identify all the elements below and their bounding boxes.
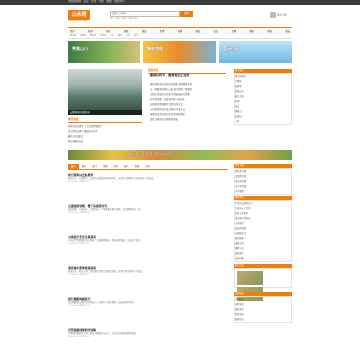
tab-latest[interactable]: 最新 [68,164,79,169]
subnav-item[interactable]: 摄影 [118,34,122,38]
photo-thumbs [234,268,292,301]
side-list: 黄山风景区 九寨沟 张家界 桂林山水 丽江古城 西湖 泰山 峨眉山 武夷山 三亚 [234,73,292,125]
site-logo[interactable]: 山水网 [68,10,90,20]
banner-ad-1[interactable]: 秀美山川 [68,41,140,63]
article-meta: 2016-04-10 阅读(189) [68,242,90,245]
side-panel-links: 友情链接 中国旅游 景区导航 酒店预订 机票查询 旅游论坛 [234,292,292,323]
side-list: 赏花季专题 古镇游专题 海岛游专题 亲子游专题 户外探险 [234,168,292,195]
tab-item[interactable]: 视频 [132,164,143,169]
article-meta: 2016-04-09 阅读(157) [68,273,90,276]
tab-item[interactable]: 热门 [89,164,100,169]
article-meta: 2016-04-08 阅读(142) [68,304,90,307]
news-headline[interactable]: 春游好时节 · 踏青赏花正当时 [150,73,189,78]
side-panel-attractions: 热门景点 黄山风景区 九寨沟 张家界 桂林山水 丽江古城 西湖 泰山 峨眉山 武… [234,69,292,125]
banner-ad-3[interactable]: 蓝天白云 [219,41,292,63]
article-meta: 2016-04-11 阅读(218) [68,211,90,214]
thumbnail-image[interactable] [237,271,263,285]
subnav-item[interactable]: 户外 [110,34,114,38]
subnav-item[interactable]: 国内游 [70,34,76,38]
user-icon [270,12,276,18]
banner-text: 秀美山川 [72,46,88,51]
list-item[interactable]: 高铁开通带动沿线旅游发展 [150,117,228,122]
article-item: 自驾游路线规划全攻略 合理规划路线与行程，提前了解路况与天气，让自驾之旅更加顺利… [68,328,228,338]
subnav-item[interactable]: 自驾游 [100,34,106,38]
banner-text: 精彩旅程 [147,46,163,51]
main-nav: 首页 新闻 景区 线路 酒店 美食 攻略 图库 论坛 专题 摄影 视频 商城 [68,27,292,34]
promo-strip[interactable]: 精彩旅程 从这里开始 · 发现身边的美景 [68,150,292,160]
top-bar: 中国旅游网 · 首页 · 登录 · 注册 · 收藏 · 帮助中心 [0,0,360,5]
top-bar-links[interactable]: 中国旅游网 · 首页 · 登录 · 注册 · 收藏 · 帮助中心 [68,0,124,3]
article-item: 春日踏青好去处推荐 春天来了，万物复苏，正是外出踏青赏花的好时节，这里为大家推荐… [68,173,228,183]
tab-item[interactable]: 问答 [142,164,153,169]
hot-list: 春季赏花去哪里 十大赏花胜地推荐 带上相机去旅行 摄影技巧分享 最美古村落盘点 … [68,124,142,144]
subnav-item[interactable]: 周边游 [90,34,96,38]
article-meta: 2016-04-07 阅读(131) [68,335,90,338]
search-button[interactable]: 搜索 [180,11,193,17]
side-panel-photos: 图片欣赏 [234,264,292,301]
tab-item[interactable]: 图片 [121,164,132,169]
article-item: 山地徒步安全注意事项 户外徒步需要做好充分准备，合理规划路线，携带必要装备，注意… [68,235,228,245]
banner-text: 蓝天白云 [223,46,239,51]
article-item: 海滨城市夏季旅游指南 碧海蓝天，阳光沙滩，海滨城市是夏日度假的首选，美食与美景同… [68,266,228,276]
search-input[interactable]: 请输入关键词 [110,11,180,17]
hot-keywords[interactable]: 热门：黄山 九寨沟 张家界 丽江 [110,18,138,20]
side-list: 行走在云端的日子 江南水乡三日游 草原上的星空 雪山脚下的村庄 沙漠驼铃 海边的… [234,200,292,262]
photo-caption: 云雾缭绕的山峰风景 [68,110,142,115]
article-meta: 2016-04-12 阅读(326) [68,180,90,183]
tab-item[interactable]: 游记 [110,164,121,169]
side-list: 中国旅游 景区导航 酒店预订 机票查询 旅游论坛 [234,296,292,323]
login-text[interactable]: 登录 注册 [277,14,286,17]
featured-photo[interactable]: 云雾缭绕的山峰风景 [68,69,142,115]
subnav-item[interactable]: 出境游 [80,34,86,38]
subnav-item[interactable]: 节庆 [126,34,130,38]
sub-nav: 国内游 出境游 周边游 自驾游 户外 摄影 节庆 资讯 [68,34,292,39]
tab-item[interactable]: 攻略 [100,164,111,169]
article-item: 古镇旅游攻略：慢下来感受时光 青石板路、小桥流水，古镇的每一个角落都充满了故事，… [68,204,228,214]
login-area[interactable]: 登录 注册 [270,12,292,20]
promo-text: 精彩旅程 从这里开始 · 发现身边的美景 [128,153,173,156]
list-item[interactable]: 夏日避暑好去处 [68,139,142,144]
list-item[interactable]: 旅游论坛 [235,317,291,322]
side-panel-travelogues: 最新游记 行走在云端的日子 江南水乡三日游 草原上的星空 雪山脚下的村庄 沙漠驼… [234,196,292,262]
content-tabs: 最新 推荐 热门 攻略 游记 图片 视频 问答 [68,164,228,170]
list-item[interactable]: 山间小路 [235,256,291,261]
banner-ad-2[interactable]: 精彩旅程 [143,41,216,63]
logo-url: www.shanshui.com [68,20,88,22]
tab-item[interactable]: 推荐 [79,164,90,169]
list-item[interactable]: 三亚 [235,119,291,124]
news-list: 国内多地景区迎来赏花高峰 游客络绎不绝 五一假期旅游预订火热 热门线路一票难求 … [150,82,228,122]
side-panel-topics: 旅游专题 赏花季专题 古镇游专题 海岛游专题 亲子游专题 户外探险 [234,164,292,195]
list-item[interactable]: 户外探险 [235,189,291,194]
article-item: 旅行摄影构图技巧 好的构图能让照片更有感染力，掌握几个基本原则，拍出更美的风景。… [68,297,228,307]
hot-section-title: 推荐阅读 [68,118,142,123]
subnav-item[interactable]: 资讯 [134,34,138,38]
